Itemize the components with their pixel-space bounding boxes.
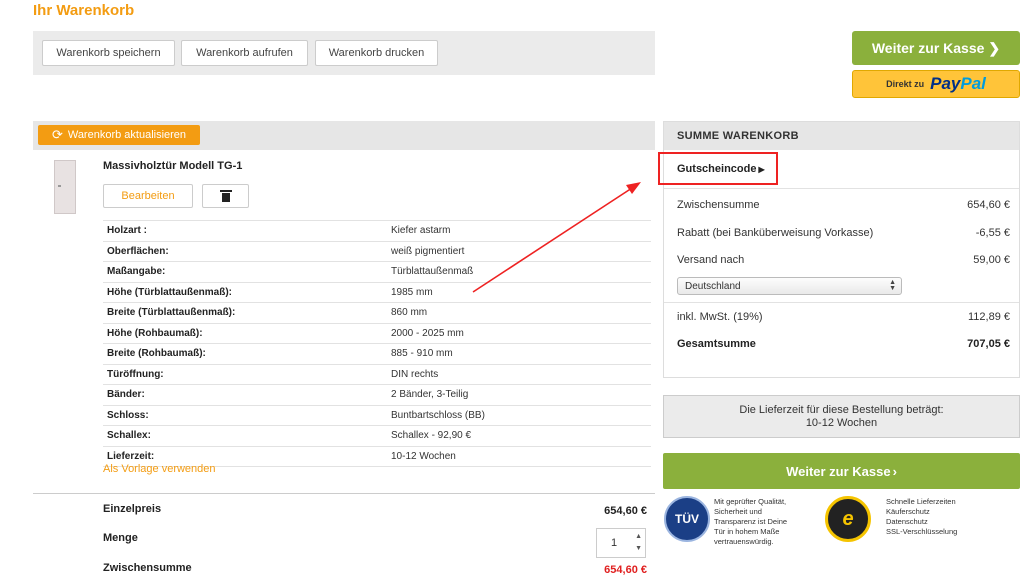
summary-discount-label: Rabatt (bei Banküberweisung Vorkasse) — [677, 227, 874, 239]
paypal-logo: PayPal — [930, 74, 986, 93]
delivery-time-line1: Die Lieferzeit für diese Bestellung betr… — [739, 404, 944, 416]
summary-discount-value: -6,55 € — [975, 227, 1010, 239]
cart-toolbar: Warenkorb speichern Warenkorb aufrufen W… — [33, 31, 655, 75]
quantity-stepper[interactable]: 1 ▲ ▼ — [596, 528, 646, 558]
trash-icon — [219, 190, 232, 202]
attribute-row: Breite (Rohbaumaß): 885 - 910 mm — [103, 344, 651, 365]
delivery-time-box: Die Lieferzeit für diese Bestellung betr… — [663, 395, 1020, 438]
quantity-value: 1 — [611, 537, 618, 549]
summary-subtotal-value: 654,60 € — [967, 199, 1010, 211]
select-arrows-icon: ▲ ▼ — [889, 279, 896, 292]
edit-button[interactable]: Bearbeiten — [103, 184, 193, 208]
country-select[interactable]: Deutschland ▲ ▼ — [677, 277, 902, 295]
item-subtotal-label: Zwischensumme — [103, 562, 192, 574]
unit-price-label: Einzelpreis — [103, 503, 162, 515]
delivery-time-line2: 10-12 Wochen — [805, 417, 878, 429]
update-cart-button[interactable]: ⟳ Warenkorb aktualisieren — [38, 125, 200, 145]
quantity-label: Menge — [103, 532, 138, 544]
tuv-description: Mit geprüfter Qualität, Sicherheit und T… — [714, 497, 788, 546]
product-name[interactable]: Massivholztür Modell TG-1 — [103, 160, 242, 172]
summary-subtotal-label: Zwischensumme — [677, 199, 760, 211]
attribute-row: Maßangabe: Türblattaußenmaß — [103, 262, 651, 283]
checkout-button-bottom[interactable]: Weiter zur Kasse › — [663, 453, 1020, 489]
summary-vat-value: 112,89 € — [967, 311, 1010, 323]
highlight-box — [658, 152, 778, 185]
divider — [664, 188, 1019, 189]
product-thumbnail[interactable] — [54, 160, 76, 214]
product-attributes: Holzart : Kiefer astarm Oberflächen: weiß … — [103, 220, 651, 467]
country-select-value: Deutschland — [685, 280, 741, 292]
summary-vat-label: inkl. MwSt. (19%) — [677, 311, 763, 323]
tuv-seal-icon[interactable]: TÜV — [664, 496, 710, 542]
chevron-up-icon[interactable]: ▲ — [635, 533, 642, 540]
chevron-right-icon: › — [892, 463, 897, 479]
attribute-row: Breite (Türblattaußenmaß): 860 mm — [103, 303, 651, 324]
attribute-row: Oberflächen: weiß pigmentiert — [103, 242, 651, 262]
summary-shipping-value: 59,00 € — [973, 254, 1010, 266]
attribute-row: Höhe (Rohbaumaß): 2000 - 2025 mm — [103, 324, 651, 344]
use-as-template-link[interactable]: Als Vorlage verwenden — [103, 463, 216, 475]
unit-price-value: 654,60 € — [604, 505, 647, 517]
checkout-label: Weiter zur Kasse — [871, 40, 985, 56]
paypal-button[interactable]: Direkt zu PayPal — [852, 70, 1020, 98]
checkout-button-top[interactable]: Weiter zur Kasse ❯ — [852, 31, 1020, 65]
page-title: Ihr Warenkorb — [33, 2, 135, 19]
attribute-row: Schloss: Buntbartschloss (BB) — [103, 406, 651, 426]
checkout-label: Weiter zur Kasse — [786, 463, 891, 479]
delete-button[interactable] — [202, 184, 249, 208]
cart-summary-heading: SUMME WARENKORB — [664, 122, 1019, 150]
paypal-direct-label: Direkt zu — [886, 79, 925, 89]
attribute-row: Bänder: 2 Bänder, 3-Teilig — [103, 385, 651, 406]
summary-total-label: Gesamtsumme — [677, 338, 756, 350]
item-subtotal-value: 654,60 € — [604, 564, 647, 576]
update-cart-label: Warenkorb aktualisieren — [67, 129, 187, 141]
trusted-shops-description: Schnelle Lieferzeiten Käuferschutz Daten… — [886, 497, 958, 536]
refresh-icon: ⟳ — [51, 127, 63, 142]
chevron-right-icon: ❯ — [988, 39, 1001, 56]
chevron-down-icon[interactable]: ▼ — [635, 545, 642, 552]
print-cart-button[interactable]: Warenkorb drucken — [315, 40, 438, 66]
save-cart-button[interactable]: Warenkorb speichern — [42, 40, 175, 66]
attribute-row: Holzart : Kiefer astarm — [103, 220, 651, 242]
attribute-row: Türöffnung: DIN rechts — [103, 365, 651, 385]
divider — [664, 302, 1019, 303]
attribute-row: Schallex: Schallex - 92,90 € — [103, 426, 651, 447]
open-cart-button[interactable]: Warenkorb aufrufen — [181, 40, 308, 66]
attribute-row: Höhe (Türblattaußenmaß): 1985 mm — [103, 283, 651, 303]
divider — [33, 493, 655, 494]
summary-total-value: 707,05 € — [967, 338, 1010, 350]
summary-shipping-label: Versand nach — [677, 254, 745, 266]
trusted-shops-seal-icon[interactable]: e — [825, 496, 871, 542]
